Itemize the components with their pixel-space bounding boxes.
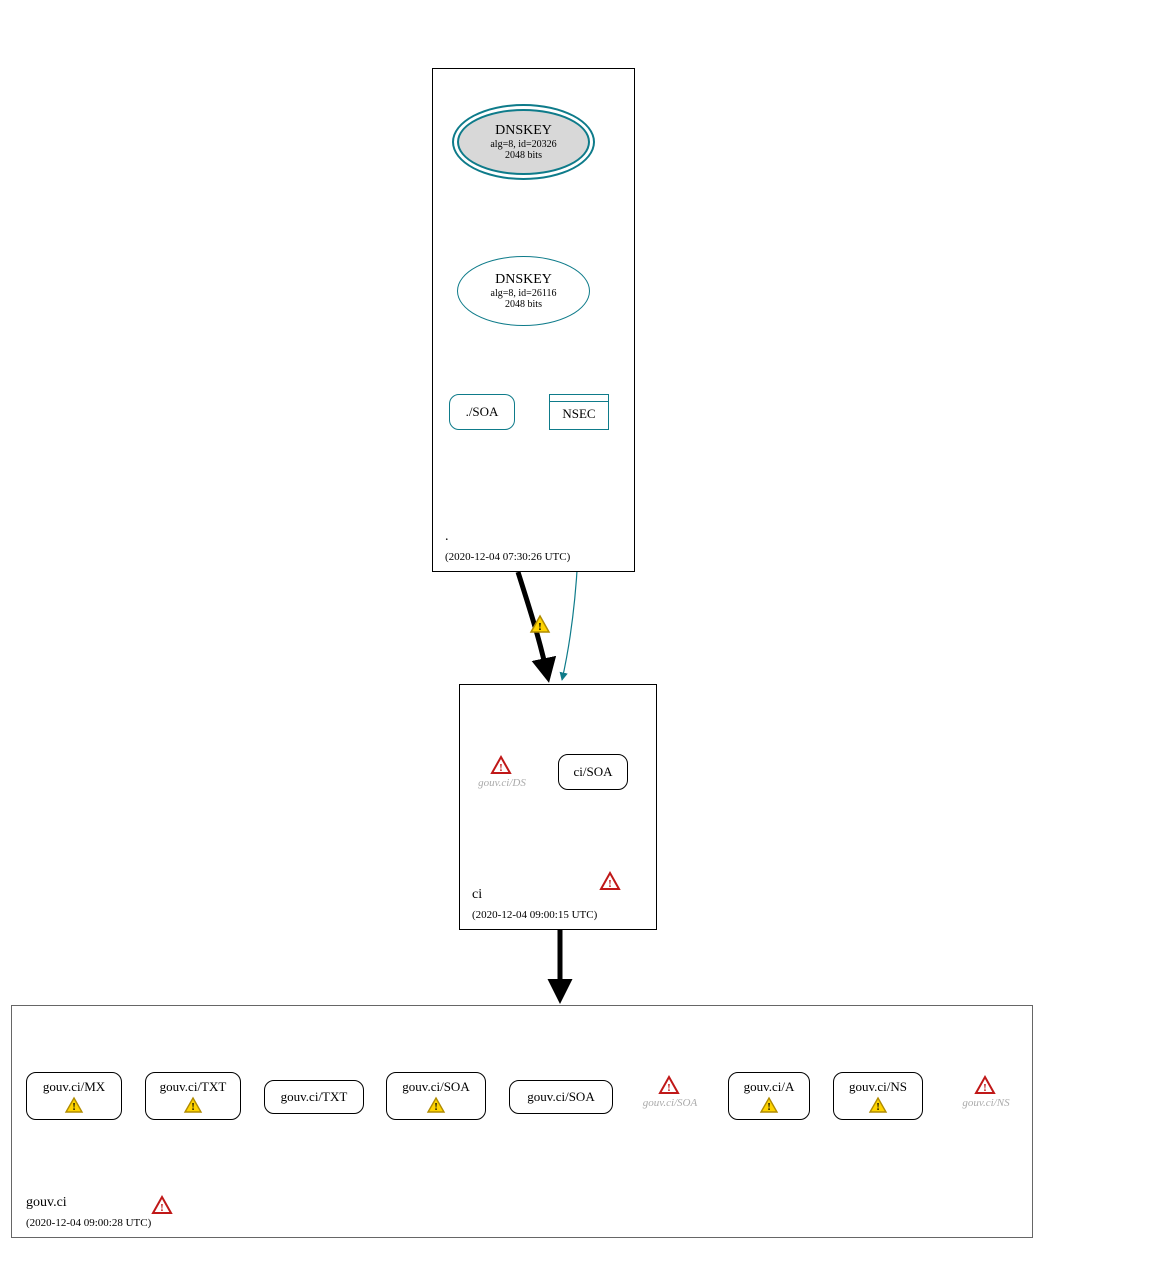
zone-ci: ci (2020-12-04 09:00:15 UTC) xyxy=(459,684,657,930)
svg-text:!: ! xyxy=(160,1202,164,1214)
zone-gouv-label: gouv.ci xyxy=(26,1195,67,1211)
dnskey-zsk: DNSKEY alg=8, id=26116 2048 bits xyxy=(457,256,590,326)
gouv-ns: gouv.ci/NS ! xyxy=(833,1072,923,1120)
root-soa: ./SOA xyxy=(449,394,515,430)
gouv-ns-ghost: gouv.ci/NS xyxy=(952,1097,1020,1109)
gouv-a-label: gouv.ci/A xyxy=(744,1079,795,1095)
svg-text:!: ! xyxy=(983,1082,987,1094)
gouv-soa-ghost: gouv.ci/SOA xyxy=(634,1097,706,1109)
gouv-ns-label: gouv.ci/NS xyxy=(849,1079,907,1095)
zone-ci-label: ci xyxy=(472,887,482,903)
gouv-soa2: gouv.ci/SOA xyxy=(509,1080,613,1114)
error-icon: ! xyxy=(491,756,511,774)
gouv-soa1: gouv.ci/SOA ! xyxy=(386,1072,486,1120)
root-nsec: NSEC xyxy=(549,394,609,430)
zone-root-ts: (2020-12-04 07:30:26 UTC) xyxy=(445,551,570,563)
error-icon: ! xyxy=(152,1196,172,1214)
svg-text:!: ! xyxy=(667,1082,671,1094)
svg-text:!: ! xyxy=(72,1102,75,1113)
zone-root-label: . xyxy=(445,529,449,545)
zone-ci-ts: (2020-12-04 09:00:15 UTC) xyxy=(472,909,597,921)
ci-soa: ci/SOA xyxy=(558,754,628,790)
gouv-txt1-label: gouv.ci/TXT xyxy=(160,1079,227,1095)
gouv-txt2-label: gouv.ci/TXT xyxy=(281,1089,348,1105)
dnskey-ksk-title: DNSKEY xyxy=(495,123,552,138)
dnskey-ksk-detail: alg=8, id=20326 xyxy=(490,139,556,150)
svg-text:!: ! xyxy=(434,1102,437,1113)
dnskey-ksk-bits: 2048 bits xyxy=(505,150,542,161)
gouv-mx: gouv.ci/MX ! xyxy=(26,1072,122,1120)
gouv-mx-label: gouv.ci/MX xyxy=(43,1079,105,1095)
root-nsec-label: NSEC xyxy=(550,402,608,422)
svg-text:!: ! xyxy=(876,1102,879,1113)
dnskey-ksk: DNSKEY alg=8, id=20326 2048 bits xyxy=(457,109,590,175)
svg-text:!: ! xyxy=(499,762,503,774)
svg-text:!: ! xyxy=(608,878,612,890)
ci-ds-ghost: gouv.ci/DS xyxy=(472,777,532,789)
error-icon: ! xyxy=(600,872,620,890)
svg-text:!: ! xyxy=(767,1102,770,1113)
dnskey-zsk-title: DNSKEY xyxy=(495,272,552,287)
gouv-a: gouv.ci/A ! xyxy=(728,1072,810,1120)
zone-gouv-ts: (2020-12-04 09:00:28 UTC) xyxy=(26,1217,151,1229)
gouv-txt2: gouv.ci/TXT xyxy=(264,1080,364,1114)
warning-icon: ! xyxy=(530,615,550,633)
error-icon: ! xyxy=(975,1076,995,1094)
svg-text:!: ! xyxy=(538,621,542,633)
svg-text:!: ! xyxy=(191,1102,194,1113)
dnskey-zsk-detail: alg=8, id=26116 xyxy=(491,288,557,299)
gouv-soa1-label: gouv.ci/SOA xyxy=(402,1079,469,1095)
gouv-txt1: gouv.ci/TXT ! xyxy=(145,1072,241,1120)
dnskey-zsk-bits: 2048 bits xyxy=(505,299,542,310)
gouv-soa2-label: gouv.ci/SOA xyxy=(527,1089,594,1105)
error-icon: ! xyxy=(659,1076,679,1094)
